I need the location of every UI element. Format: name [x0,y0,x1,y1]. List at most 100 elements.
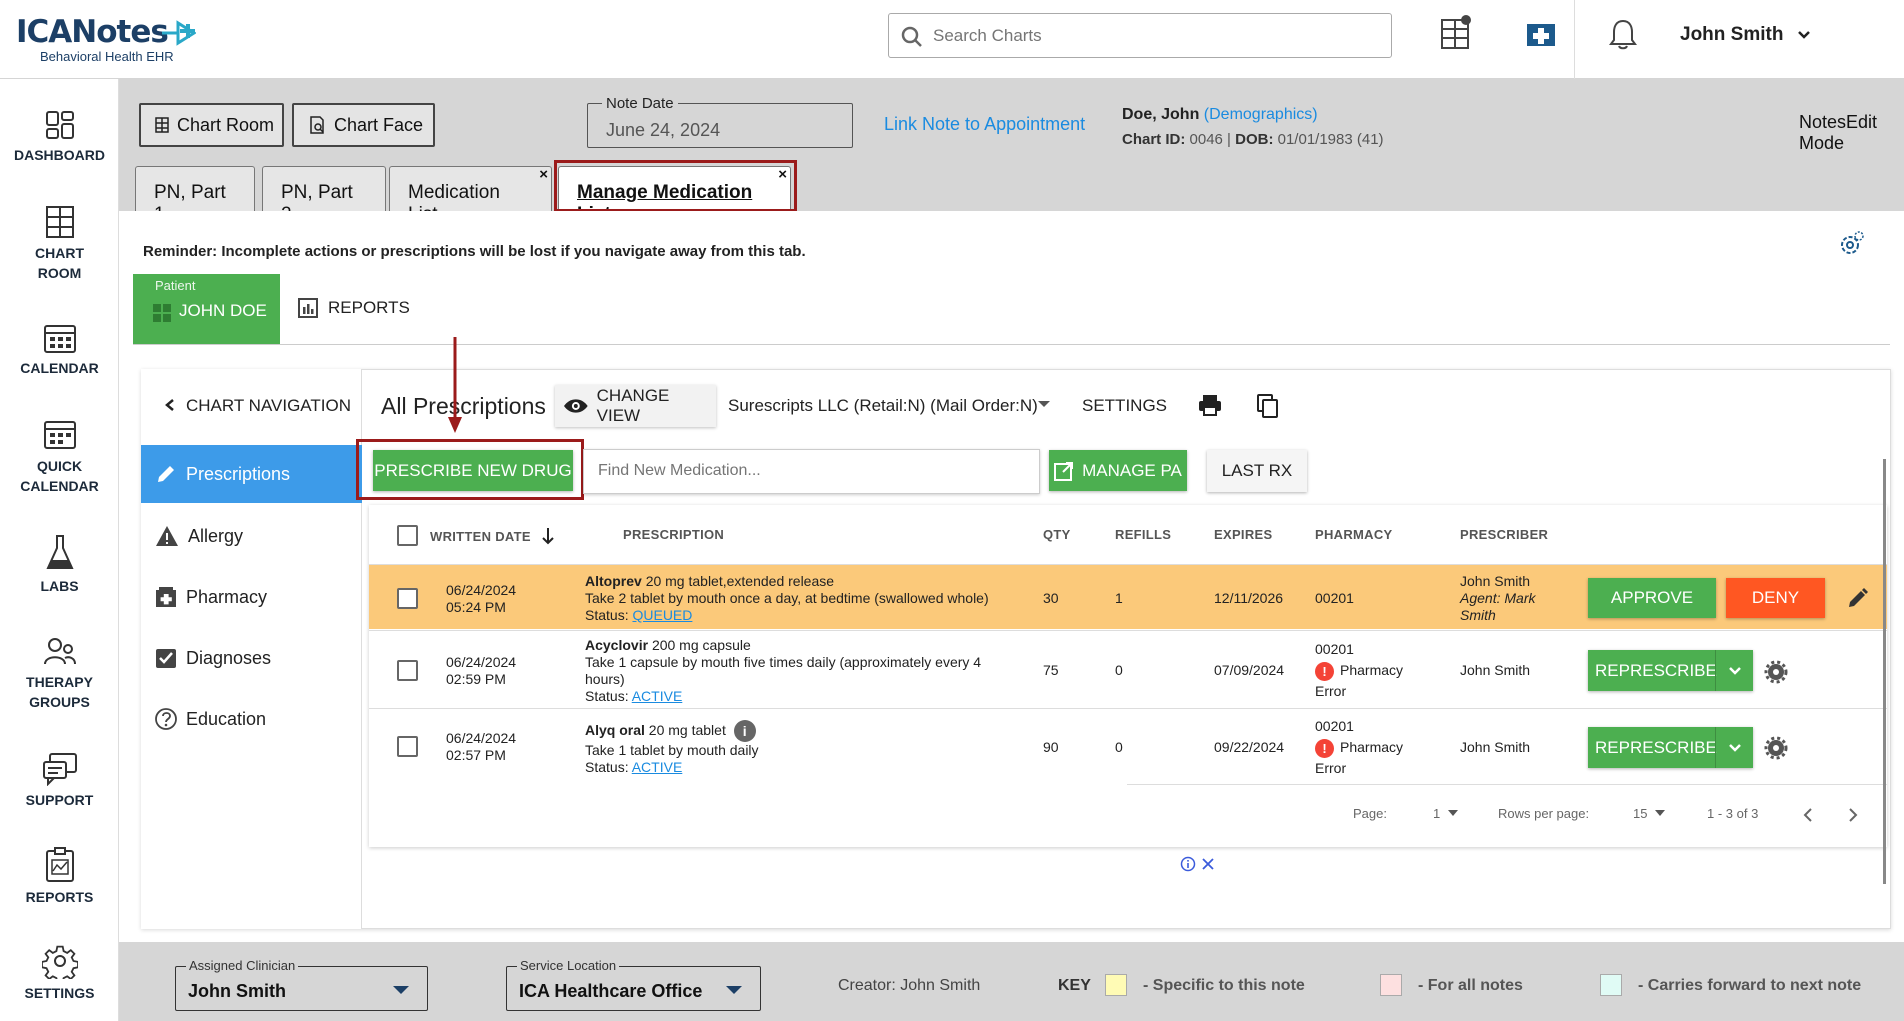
represcribe-label: REPRESCRIBE [1595,661,1717,680]
approve-button[interactable]: APPROVE [1588,578,1716,618]
chart-navigation-back[interactable]: CHART NAVIGATION [164,396,351,416]
print-icon[interactable] [1198,394,1222,416]
deny-button[interactable]: DENY [1726,578,1825,618]
status-link[interactable]: QUEUED [632,607,692,623]
chevron-left-icon[interactable] [1803,807,1813,823]
header-label: WRITTEN DATE [430,529,531,544]
caret-down-icon [1655,810,1666,816]
nav-label: Allergy [188,525,244,546]
row-settings-gear-icon[interactable] [1764,736,1788,760]
change-view-button[interactable]: CHANGE VIEW [555,385,716,427]
sidebar-item-quick-calendar[interactable]: QUICK CALENDAR [0,418,119,496]
chart-face-button[interactable]: Chart Face [292,103,435,147]
column-header-prescription[interactable]: PRESCRIPTION [623,527,724,542]
gear-icon[interactable] [1838,229,1866,257]
service-location-select[interactable]: Service Location ICA Healthcare Office [506,958,761,1011]
sidebar-item-dashboard[interactable]: DASHBOARD [0,109,119,165]
represcribe-button[interactable]: REPRESCRIBE [1588,727,1753,768]
manage-pa-button[interactable]: MANAGE PA [1049,450,1187,491]
sidebar-item-settings[interactable]: SETTINGS [0,943,119,1003]
note-date-value: June 24, 2024 [606,120,721,140]
represcribe-label: REPRESCRIBE [1595,738,1717,757]
ad-info-icon[interactable] [1180,856,1196,872]
reports-tab[interactable]: REPORTS [298,298,410,318]
column-header-expires[interactable]: EXPIRES [1214,527,1272,542]
chevron-right-icon[interactable] [1848,807,1858,823]
tab-pn-part-1[interactable]: PN, Part 1 [135,166,255,225]
drug-name: Acyclovir [585,637,649,653]
demographics-link[interactable]: (Demographics) [1204,106,1318,123]
support-icon [42,753,77,786]
row-divider [1127,784,1887,785]
represcribe-button[interactable]: REPRESCRIBE [1588,650,1753,691]
link-note-to-appointment-link[interactable]: Link Note to Appointment [884,114,1085,135]
find-medication-field[interactable] [583,449,1040,494]
dropdown-caret-icon [726,986,742,994]
represcribe-dropdown[interactable] [1715,727,1753,768]
last-rx-button[interactable]: LAST RX [1207,450,1307,492]
nav-item-education[interactable]: Education [141,690,362,748]
sidebar-item-chart-room[interactable]: CHART ROOM [0,205,119,283]
nav-item-diagnoses[interactable]: Diagnoses [141,629,362,687]
key-all-notes-label: - For all notes [1418,977,1523,994]
chart-face-icon [310,116,324,134]
tab-medication-list[interactable]: Medication List× [389,166,552,225]
search-input[interactable] [933,22,1373,50]
status-link[interactable]: ACTIVE [632,759,683,775]
column-header-refills[interactable]: REFILLS [1115,527,1171,542]
represcribe-dropdown[interactable] [1715,650,1753,691]
chevron-down-icon [1797,31,1810,39]
annotation-arrow [448,337,462,433]
nav-item-allergy[interactable]: Allergy [141,507,362,565]
user-menu[interactable]: John Smith [1680,24,1811,46]
sidebar-label: QUICK [36,458,83,474]
sidebar-item-calendar[interactable]: CALENDAR [0,322,119,378]
patient-tab-name: JOHN DOE [179,301,267,320]
sidebar-item-support[interactable]: SUPPORT [0,752,119,810]
rows-per-page-select[interactable]: 15 [1633,806,1666,821]
key-swatch-yellow [1105,974,1127,996]
page-range: 1 - 3 of 3 [1707,806,1759,821]
sidebar-item-therapy-groups[interactable]: THERAPY GROUPS [0,636,119,712]
status-link[interactable]: ACTIVE [632,688,683,704]
sidebar-item-reports[interactable]: REPORTS [0,847,119,907]
row-checkbox[interactable] [397,660,418,681]
select-all-checkbox[interactable] [397,525,418,546]
key-swatch-pink [1380,974,1402,996]
scrollbar[interactable] [1883,459,1886,884]
ad-close-icon[interactable] [1202,858,1214,870]
column-header-qty[interactable]: QTY [1043,527,1071,542]
nav-item-pharmacy[interactable]: Pharmacy [141,568,362,626]
chart-cabinet-icon[interactable] [1440,14,1472,50]
rx-pad-icon[interactable] [1525,18,1557,50]
copy-icon[interactable] [1257,394,1279,418]
chart-room-button[interactable]: Chart Room [139,103,284,147]
prescriber-name: John Smith [1460,573,1531,589]
external-link-icon [1054,461,1074,481]
patient-tab[interactable]: Patient JOHN DOE [133,274,280,344]
row-settings-gear-icon[interactable] [1764,660,1788,684]
edit-pencil-icon[interactable] [1847,587,1869,609]
network-select[interactable]: Surescripts LLC (Retail:N) (Mail Order:N… [728,396,1050,416]
close-icon[interactable]: × [539,166,548,183]
sidebar-label: CHART [35,245,84,261]
row-checkbox[interactable] [397,736,418,757]
sidebar-item-labs[interactable]: LABS [0,534,119,596]
info-icon[interactable]: i [733,720,756,743]
column-header-prescriber[interactable]: PRESCRIBER [1460,527,1548,542]
find-medication-input[interactable] [598,462,1018,480]
written-date: 06/24/2024 02:57 PM [446,730,516,764]
row-checkbox[interactable] [397,588,418,609]
nav-item-prescriptions[interactable]: Prescriptions [141,445,362,503]
search-charts-field[interactable] [888,13,1392,58]
page-select[interactable]: 1 [1433,806,1459,821]
note-date-field[interactable]: Note Date June 24, 2024 [587,95,853,148]
assigned-clinician-select[interactable]: Assigned Clinician John Smith [175,958,428,1011]
app-logo[interactable]: ICANotes Behavioral Health EHR [16,16,196,64]
dob-label: DOB: [1235,131,1274,148]
bell-icon[interactable] [1608,18,1638,50]
tab-pn-part-2[interactable]: PN, Part 2 [262,166,386,225]
column-header-pharmacy[interactable]: PHARMACY [1315,527,1393,542]
column-header-written-date[interactable]: WRITTEN DATE [430,527,555,545]
settings-button[interactable]: SETTINGS [1082,396,1167,416]
